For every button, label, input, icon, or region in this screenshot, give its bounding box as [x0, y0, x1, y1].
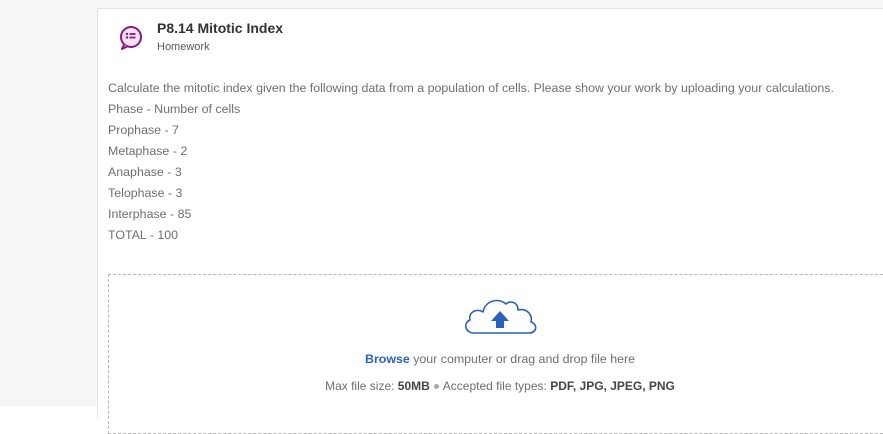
dropzone-constraints: Max file size: 50MB Accepted file types: … — [109, 379, 883, 393]
dropzone-prompt: Browse your computer or drag and drop fi… — [109, 352, 883, 366]
instruction-line: Phase - Number of cells — [108, 102, 241, 116]
separator-dot — [433, 384, 439, 390]
instruction-line: Anaphase - 3 — [108, 165, 182, 179]
instruction-line: Metaphase - 2 — [108, 144, 188, 158]
instructions: Calculate the mitotic index given the fo… — [108, 78, 883, 246]
left-rail — [0, 0, 97, 406]
top-strip — [0, 0, 883, 8]
max-size-label: Max file size: — [325, 379, 398, 393]
browse-link[interactable]: Browse — [365, 352, 410, 366]
assignment-card: P8.14 Mitotic Index Homework Calculate t… — [97, 8, 883, 434]
file-types-label: Accepted file types: — [442, 379, 551, 393]
homework-list-icon — [118, 25, 144, 51]
instruction-line: Telophase - 3 — [108, 186, 183, 200]
instruction-line: Prophase - 7 — [108, 123, 179, 137]
instruction-line: TOTAL - 100 — [108, 228, 179, 242]
dropzone-prompt-text: your computer or drag and drop file here — [409, 352, 635, 366]
file-types-value: PDF, JPG, JPEG, PNG — [550, 379, 675, 393]
assignment-type: Homework — [157, 41, 210, 53]
instruction-line: Interphase - 85 — [108, 207, 192, 221]
cloud-upload-icon — [460, 295, 540, 339]
assignment-title: P8.14 Mitotic Index — [157, 20, 284, 36]
max-size-value: 50MB — [397, 379, 430, 393]
instruction-line: Calculate the mitotic index given the fo… — [108, 81, 834, 95]
file-dropzone[interactable]: Browse your computer or drag and drop fi… — [108, 274, 883, 434]
